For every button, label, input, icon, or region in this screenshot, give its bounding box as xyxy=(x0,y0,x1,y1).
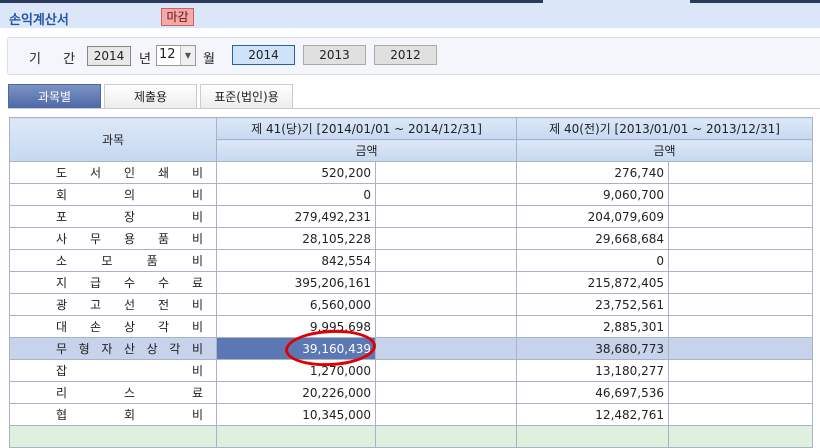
current-empty-cell xyxy=(374,381,518,404)
account-name: 포 장 비 xyxy=(9,205,217,228)
current-amount-cell[interactable]: 28,105,228 xyxy=(216,227,376,250)
prior-amount-header: 금액 xyxy=(516,139,814,162)
account-name: 무 형 자 산 상 각 비 xyxy=(9,337,217,360)
prior-amount-cell[interactable]: 13,180,277 xyxy=(516,359,670,382)
table-row[interactable]: 잡 비 1,270,000 13,180,277 xyxy=(9,359,814,382)
prior-empty-cell xyxy=(668,183,814,206)
table-row[interactable]: 회 의 비 0 9,060,700 xyxy=(9,183,814,206)
account-name: 협 회 비 xyxy=(9,403,217,426)
period-label: 기 간 xyxy=(29,52,76,67)
table-row[interactable]: 도 서 인 쇄 비 520,200 276,740 xyxy=(9,161,814,184)
current-empty-cell xyxy=(374,205,518,228)
current-amount-cell[interactable]: 279,492,231 xyxy=(216,205,376,228)
current-empty-cell xyxy=(374,337,518,360)
month-value: 12 xyxy=(159,47,176,62)
table-row[interactable]: 대 손 상 각 비 9,995,698 2,885,301 xyxy=(9,315,814,338)
account-name: 잡 비 xyxy=(9,359,217,382)
current-empty-cell xyxy=(374,315,518,338)
year-button-2014[interactable]: 2014 xyxy=(232,45,295,65)
table-row[interactable]: 소 모 품 비 842,554 0 xyxy=(9,249,814,272)
table-row[interactable]: 포 장 비 279,492,231 204,079,609 xyxy=(9,205,814,228)
current-empty-cell xyxy=(374,403,518,426)
current-empty-cell xyxy=(374,249,518,272)
current-amount-header: 금액 xyxy=(215,139,518,162)
current-amount-cell[interactable]: 1,270,000 xyxy=(216,359,376,382)
current-empty-cell xyxy=(374,293,518,316)
tab-divider xyxy=(8,108,820,109)
prior-empty-cell xyxy=(668,161,814,184)
prior-amount-cell[interactable]: 215,872,405 xyxy=(516,271,670,294)
prior-amount-cell[interactable]: 29,668,684 xyxy=(516,227,670,250)
current-amount-cell[interactable]: 39,160,439 xyxy=(216,337,376,360)
prior-empty-cell xyxy=(668,227,814,250)
prior-empty-cell xyxy=(668,205,814,228)
prior-period-header: 제 40(전)기 [2013/01/01 ~ 2013/12/31] xyxy=(516,117,814,140)
prior-empty-cell xyxy=(668,337,814,360)
prior-empty-cell xyxy=(668,359,814,382)
prior-amount-cell[interactable]: 38,680,773 xyxy=(516,337,670,360)
current-period-header: 제 41(당)기 [2014/01/01 ~ 2014/12/31] xyxy=(215,117,518,140)
account-name: 회 의 비 xyxy=(9,183,217,206)
period-filter: 기 간 2014 년 12 ▼ 월 2014 2013 2012 xyxy=(7,37,820,75)
current-amount-cell[interactable]: 6,560,000 xyxy=(216,293,376,316)
table-row[interactable]: 광 고 선 전 비 6,560,000 23,752,561 xyxy=(9,293,814,316)
current-empty-cell xyxy=(374,359,518,382)
closed-status-badge: 마감 xyxy=(161,8,194,26)
chevron-down-icon[interactable]: ▼ xyxy=(180,46,195,65)
year-button-2013[interactable]: 2013 xyxy=(303,45,366,65)
month-unit-label: 월 xyxy=(203,52,215,67)
month-select[interactable]: 12 ▼ xyxy=(156,45,196,66)
table-row[interactable]: 지 급 수 수 료 395,206,161 215,872,405 xyxy=(9,271,814,294)
current-empty-cell xyxy=(374,161,518,184)
prior-amount-cell[interactable]: 23,752,561 xyxy=(516,293,670,316)
prior-amount-cell[interactable]: 204,079,609 xyxy=(516,205,670,228)
subject-header: 과목 xyxy=(9,117,217,162)
prior-empty-cell xyxy=(668,249,814,272)
current-amount-cell[interactable]: 842,554 xyxy=(216,249,376,272)
prior-empty-cell xyxy=(668,315,814,338)
current-amount-cell[interactable]: 0 xyxy=(216,183,376,206)
prior-empty-cell xyxy=(668,271,814,294)
prior-amount-cell[interactable]: 9,060,700 xyxy=(516,183,670,206)
prior-amount-cell[interactable]: 12,482,761 xyxy=(516,403,670,426)
table-row[interactable]: 사 무 용 품 비 28,105,228 29,668,684 xyxy=(9,227,814,250)
prior-amount-cell[interactable]: 46,697,536 xyxy=(516,381,670,404)
account-name: 지 급 수 수 료 xyxy=(9,271,217,294)
tab-by-account[interactable]: 과목별 xyxy=(8,84,101,109)
account-name: 사 무 용 품 비 xyxy=(9,227,217,250)
tab-standard-corporate[interactable]: 표준(법인)용 xyxy=(200,84,293,109)
year-input[interactable]: 2014 xyxy=(87,46,131,66)
account-name: 소 모 품 비 xyxy=(9,249,217,272)
current-empty-cell xyxy=(374,227,518,250)
account-name: 도 서 인 쇄 비 xyxy=(9,161,217,184)
prior-empty-cell xyxy=(668,381,814,404)
prior-amount-cell[interactable]: 276,740 xyxy=(516,161,670,184)
current-amount-cell[interactable]: 10,345,000 xyxy=(216,403,376,426)
income-statement-table: 과목 제 41(당)기 [2014/01/01 ~ 2014/12/31] 제 … xyxy=(9,117,814,448)
account-name: 대 손 상 각 비 xyxy=(9,315,217,338)
current-amount-cell[interactable]: 9,995,698 xyxy=(216,315,376,338)
prior-amount-cell[interactable]: 2,885,301 xyxy=(516,315,670,338)
prior-empty-cell xyxy=(668,403,814,426)
tab-submission[interactable]: 제출용 xyxy=(104,84,197,109)
current-empty-cell xyxy=(374,271,518,294)
account-name: 광 고 선 전 비 xyxy=(9,293,217,316)
account-name: 리 스 료 xyxy=(9,381,217,404)
prior-empty-cell xyxy=(668,293,814,316)
current-amount-cell[interactable]: 520,200 xyxy=(216,161,376,184)
page-title: 손익계산서 xyxy=(9,13,69,28)
table-row[interactable]: 리 스 료 20,226,000 46,697,536 xyxy=(9,381,814,404)
prior-amount-cell[interactable]: 0 xyxy=(516,249,670,272)
current-empty-cell xyxy=(374,183,518,206)
current-amount-cell[interactable]: 395,206,161 xyxy=(216,271,376,294)
table-row[interactable]: 무 형 자 산 상 각 비 39,160,439 38,680,773 xyxy=(9,337,814,360)
year-button-2012[interactable]: 2012 xyxy=(374,45,437,65)
table-row[interactable]: 협 회 비 10,345,000 12,482,761 xyxy=(9,403,814,426)
title-bar: 손익계산서 마감 xyxy=(0,3,820,28)
year-unit-label: 년 xyxy=(139,52,151,67)
current-amount-cell[interactable]: 20,226,000 xyxy=(216,381,376,404)
